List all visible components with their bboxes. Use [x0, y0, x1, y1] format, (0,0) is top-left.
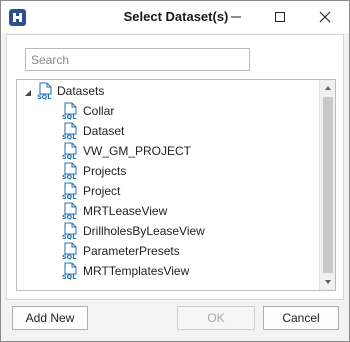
vertical-scrollbar[interactable]: [319, 80, 335, 290]
sql-file-icon: SQL: [62, 102, 77, 120]
maximize-icon: [275, 12, 285, 22]
tree-viewport: SQL Datasets SQL Collar SQL Dataset SQL …: [17, 80, 321, 290]
sql-file-icon: SQL: [62, 242, 77, 260]
svg-text:SQL: SQL: [62, 193, 76, 200]
maximize-button[interactable]: [259, 1, 303, 33]
tree-item-projects[interactable]: SQL Projects: [17, 161, 317, 181]
scroll-up-arrow-icon[interactable]: [324, 84, 332, 92]
title-bar: Select Dataset(s): [1, 1, 349, 33]
minimize-button[interactable]: [215, 1, 259, 33]
tree-item-mrtleaseview[interactable]: SQL MRTLeaseView: [17, 201, 317, 221]
dataset-tree: SQL Datasets SQL Collar SQL Dataset SQL …: [16, 79, 336, 291]
svg-text:SQL: SQL: [62, 153, 76, 160]
sql-file-icon: SQL: [62, 162, 77, 180]
tree-item-label: DrillholesByLeaseView: [83, 224, 205, 238]
svg-text:SQL: SQL: [62, 173, 76, 180]
svg-text:SQL: SQL: [62, 213, 76, 220]
select-dataset-dialog: Select Dataset(s) SQL: [0, 0, 350, 342]
close-icon: [319, 11, 331, 23]
minimize-icon: [231, 16, 241, 18]
tree-item-project[interactable]: SQL Project: [17, 181, 317, 201]
tree-item-label: VW_GM_PROJECT: [83, 144, 192, 158]
tree-item-vw-gm-project[interactable]: SQL VW_GM_PROJECT: [17, 141, 317, 161]
svg-text:SQL: SQL: [62, 233, 76, 240]
tree-item-label: ParameterPresets: [83, 244, 180, 258]
tree-root-datasets[interactable]: SQL Datasets: [17, 81, 317, 101]
dialog-content: SQL Datasets SQL Collar: [6, 34, 344, 300]
svg-text:SQL: SQL: [62, 253, 76, 260]
expand-triangle-icon[interactable]: [24, 89, 32, 97]
tree-item-label: MRTTemplatesView: [83, 264, 190, 278]
add-new-button[interactable]: Add New: [12, 306, 88, 330]
scroll-thumb[interactable]: [323, 97, 333, 273]
tree-item-collar[interactable]: SQL Collar: [17, 101, 317, 121]
tree-root-label: Datasets: [57, 84, 105, 98]
tree-item-mrttemplatesview[interactable]: SQL MRTTemplatesView: [17, 261, 317, 281]
tree-item-dataset[interactable]: SQL Dataset: [17, 121, 317, 141]
close-button[interactable]: [304, 1, 348, 33]
tree-item-drillholesbyleaseview[interactable]: SQL DrillholesByLeaseView: [17, 221, 317, 241]
sql-file-icon: SQL: [37, 82, 52, 100]
sql-file-icon: SQL: [62, 202, 77, 220]
svg-text:SQL: SQL: [62, 113, 76, 120]
app-icon: [9, 9, 26, 26]
cancel-button[interactable]: Cancel: [263, 306, 339, 330]
scroll-down-arrow-icon[interactable]: [324, 278, 332, 286]
sql-file-icon: SQL: [62, 122, 77, 140]
svg-text:SQL: SQL: [62, 273, 76, 280]
tree-item-label: Collar: [83, 104, 115, 118]
svg-text:SQL: SQL: [37, 93, 51, 100]
tree-item-label: Projects: [83, 164, 127, 178]
sql-file-icon: SQL: [62, 262, 77, 280]
tree-item-label: MRTLeaseView: [83, 204, 168, 218]
tree-item-label: Dataset: [83, 124, 125, 138]
ok-button[interactable]: OK: [177, 306, 255, 330]
sql-file-icon: SQL: [62, 142, 77, 160]
sql-file-icon: SQL: [62, 222, 77, 240]
sql-file-icon: SQL: [62, 182, 77, 200]
search-input[interactable]: [25, 48, 250, 71]
tree-item-label: Project: [83, 184, 121, 198]
tree-item-parameterpresets[interactable]: SQL ParameterPresets: [17, 241, 317, 261]
svg-text:SQL: SQL: [62, 133, 76, 140]
